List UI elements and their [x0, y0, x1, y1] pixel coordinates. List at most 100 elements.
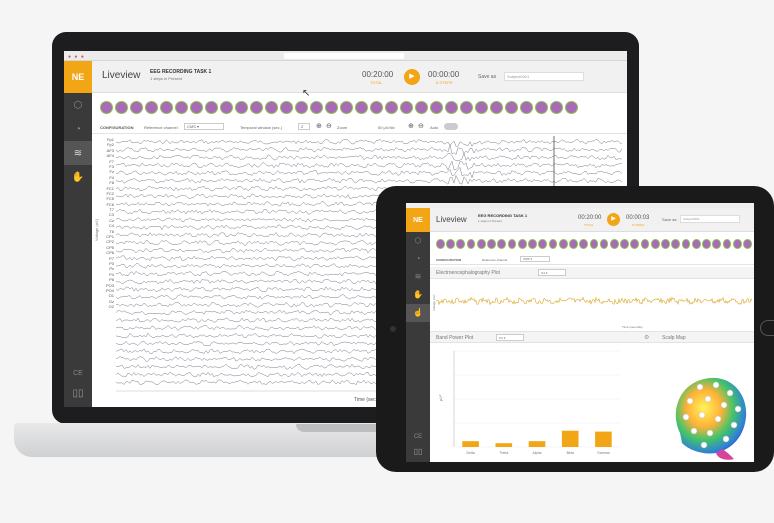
tablet-remaining-time: 00:00:03: [626, 215, 650, 221]
sidebar-item-settings[interactable]: ✋: [64, 165, 92, 189]
channel-status-icon[interactable]: [235, 101, 248, 114]
channel-status-icon[interactable]: [250, 101, 263, 114]
window-controls-icon[interactable]: ● ● ●: [68, 54, 85, 60]
band-power-select-value: O1: [499, 336, 504, 340]
gear-icon[interactable]: ⚙: [644, 334, 649, 341]
channel-status-icon[interactable]: [265, 101, 278, 114]
channel-status-icon[interactable]: [630, 239, 640, 249]
channel-status-icon[interactable]: [497, 239, 507, 249]
channel-status-icon[interactable]: [456, 239, 466, 249]
channel-status-icon[interactable]: [430, 101, 443, 114]
channel-status-icon[interactable]: [650, 239, 660, 249]
reference-select[interactable]: CMS ▾: [184, 123, 224, 130]
channel-status-icon[interactable]: [190, 101, 203, 114]
tablet-play-button[interactable]: ▶: [607, 213, 620, 226]
channel-status-icon[interactable]: [579, 239, 589, 249]
zoom-in-icon[interactable]: ⊕: [316, 122, 322, 130]
zoom-out-icon[interactable]: ⊖: [326, 122, 332, 130]
tablet-home-button[interactable]: [760, 320, 774, 336]
channel-status-icon[interactable]: [295, 101, 308, 114]
channel-status-icon[interactable]: [507, 239, 517, 249]
channel-status-icon[interactable]: [466, 239, 476, 249]
channel-status-icon[interactable]: [445, 101, 458, 114]
channel-status-icon[interactable]: [400, 101, 413, 114]
channel-status-icon[interactable]: [310, 101, 323, 114]
save-as-input[interactable]: Subject0001: [504, 72, 584, 81]
channel-status-icon[interactable]: [505, 101, 518, 114]
channel-status-icon[interactable]: [415, 101, 428, 114]
channel-status-icon[interactable]: [681, 239, 691, 249]
channel-status-icon[interactable]: [370, 101, 383, 114]
tablet-save-as-input[interactable]: Subject0001: [680, 215, 740, 223]
channel-status-icon[interactable]: [340, 101, 353, 114]
channel-status-icon[interactable]: [160, 101, 173, 114]
channel-status-icon[interactable]: [476, 239, 486, 249]
sidebar-item-protocol[interactable]: ⬡: [64, 93, 92, 117]
channel-status-icon[interactable]: [220, 101, 233, 114]
tablet-reference-select[interactable]: CMS ▾: [520, 256, 550, 262]
channel-status-icon[interactable]: [558, 239, 568, 249]
channel-status-icon[interactable]: [490, 101, 503, 114]
channel-status-icon[interactable]: [520, 101, 533, 114]
band-power-select[interactable]: O1 ▾: [496, 334, 524, 341]
eeg-channel-select[interactable]: O1 ▾: [538, 269, 566, 276]
channel-status-icon[interactable]: [115, 101, 128, 114]
channel-status-icon[interactable]: [487, 239, 496, 249]
channel-status-icon[interactable]: [620, 239, 629, 249]
channel-status-icon[interactable]: [460, 101, 473, 114]
channel-status-icon[interactable]: [609, 239, 619, 249]
address-bar[interactable]: [284, 53, 404, 59]
channel-status-icon[interactable]: [712, 239, 722, 249]
channel-status-icon[interactable]: [732, 239, 742, 249]
head-icon: ◔: [74, 123, 82, 135]
tablet-app-logo: NE: [406, 208, 430, 232]
book-icon[interactable]: ▯▯: [64, 388, 92, 399]
sidebar-item-head[interactable]: ◔: [64, 117, 92, 141]
sidebar-item-liveview[interactable]: ≋: [64, 141, 92, 165]
elapsed-time-label: TOTAL: [370, 80, 383, 85]
play-button[interactable]: ▶: [404, 69, 420, 85]
channel-status-icon[interactable]: [548, 239, 558, 249]
temporal-input[interactable]: 2: [298, 123, 310, 130]
channel-status-icon[interactable]: [565, 101, 578, 114]
channel-status-icon[interactable]: [325, 101, 338, 114]
tablet-sidebar-item-touch[interactable]: ☝: [406, 304, 430, 322]
channel-status-icon[interactable]: [569, 239, 578, 249]
channel-status-icon[interactable]: [640, 239, 650, 249]
tablet-sidebar-item-protocol[interactable]: ⬡: [406, 232, 430, 250]
channel-status-icon[interactable]: [145, 101, 158, 114]
channel-status-icon[interactable]: [661, 239, 670, 249]
channel-status-icon[interactable]: [355, 101, 368, 114]
tablet-sidebar-item-settings[interactable]: ✋: [406, 286, 430, 304]
tick-label-alpha: Alpha: [533, 451, 542, 455]
channel-status-icon[interactable]: [280, 101, 293, 114]
tablet-sidebar-item-liveview[interactable]: ≋: [406, 268, 430, 286]
channel-status-icon[interactable]: [205, 101, 218, 114]
channel-status-icon[interactable]: [446, 239, 455, 249]
channel-status-icon[interactable]: [671, 239, 681, 249]
tablet-book-icon[interactable]: ▯▯: [406, 447, 430, 456]
channel-status-icon[interactable]: [691, 239, 701, 249]
channel-status-icon[interactable]: [535, 101, 548, 114]
channel-status-icon[interactable]: [385, 101, 398, 114]
channel-status-icon[interactable]: [550, 101, 563, 114]
channel-status-icon[interactable]: [702, 239, 711, 249]
channel-status-icon[interactable]: [722, 239, 732, 249]
tablet-sidebar-item-head[interactable]: ◔: [406, 250, 430, 268]
channel-status-icon[interactable]: [130, 101, 143, 114]
channel-status-icon[interactable]: [475, 101, 488, 114]
channel-status-icon[interactable]: [743, 239, 752, 249]
auto-toggle[interactable]: [444, 123, 458, 130]
channel-status-icon[interactable]: [100, 101, 113, 114]
channel-status-icon[interactable]: [517, 239, 527, 249]
channel-status-icon[interactable]: [538, 239, 548, 249]
channel-status-icon[interactable]: [436, 239, 445, 249]
channel-status-icon[interactable]: [175, 101, 188, 114]
eeg-trace-line: [116, 166, 622, 179]
channel-status-icon[interactable]: [589, 239, 599, 249]
scale-up-icon[interactable]: ⊕: [408, 122, 414, 130]
channel-status-icon[interactable]: [528, 239, 537, 249]
tablet-elapsed-time: 00:20:00: [578, 215, 602, 221]
channel-status-icon[interactable]: [599, 239, 609, 249]
scale-down-icon[interactable]: ⊖: [418, 122, 424, 130]
